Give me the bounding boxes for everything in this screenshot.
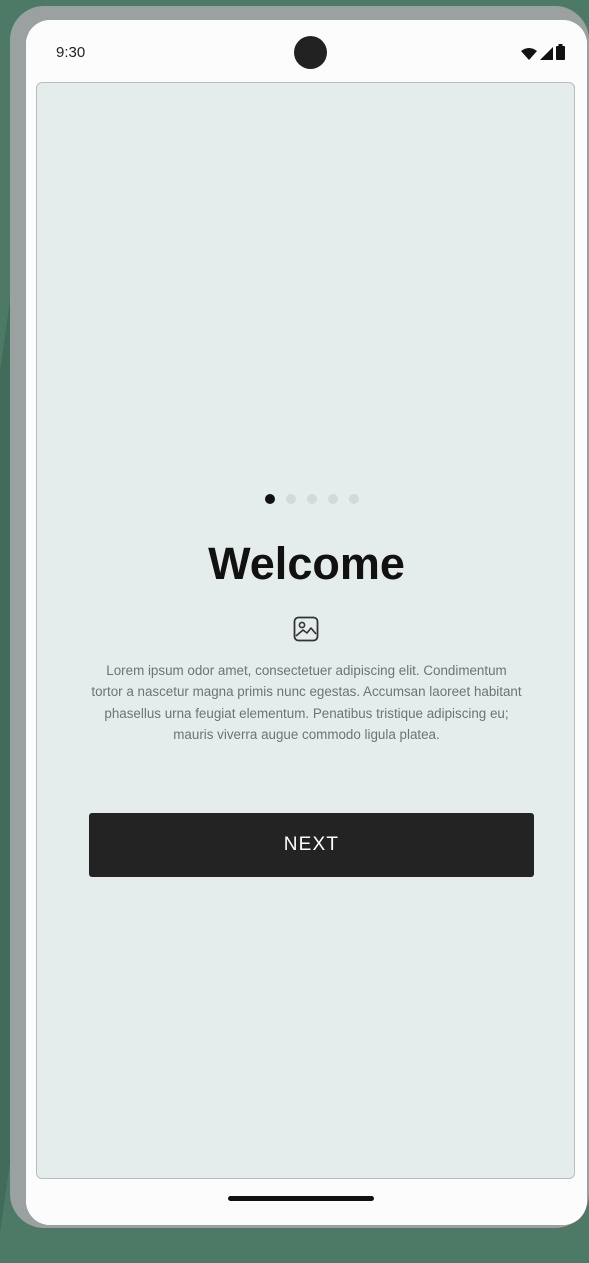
status-icons [521, 44, 565, 65]
status-bar: 9:30 [26, 20, 587, 82]
page-indicator [37, 494, 576, 504]
phone-screen: 9:30 Welcome Lorem ipsum odor amet, cons… [26, 20, 587, 1225]
page-indicator-dot[interactable] [264, 494, 275, 504]
home-indicator[interactable] [228, 1196, 374, 1201]
onboarding-content: Welcome Lorem ipsum odor amet, consectet… [36, 82, 575, 1179]
image-placeholder-icon [292, 615, 320, 643]
page-title: Welcome [208, 538, 405, 589]
status-time: 9:30 [56, 44, 86, 61]
navigation-bar [26, 1179, 587, 1225]
next-button[interactable]: NEXT [89, 813, 534, 877]
wifi-icon [521, 47, 537, 65]
front-camera [294, 36, 327, 69]
page-indicator-dot[interactable] [348, 494, 359, 504]
page-indicator-dot[interactable] [285, 494, 296, 504]
device-frame: 9:30 Welcome Lorem ipsum odor amet, cons… [10, 6, 589, 1228]
signal-icon [540, 47, 553, 65]
battery-icon [556, 44, 565, 65]
page-indicator-dot[interactable] [306, 494, 317, 504]
page-indicator-dot[interactable] [327, 494, 338, 504]
body-text: Lorem ipsum odor amet, consectetuer adip… [91, 663, 522, 742]
